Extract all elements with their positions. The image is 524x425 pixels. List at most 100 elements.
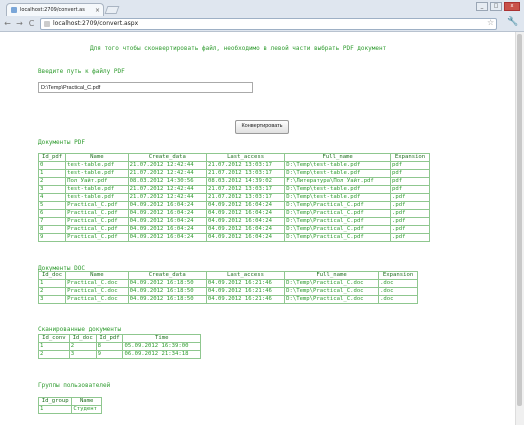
reload-icon[interactable]: C: [27, 19, 36, 28]
column-header: Last_access: [205, 153, 286, 162]
table-cell: 04.09.2012 16:04:24: [205, 201, 286, 210]
table-cell: D:\Temp\Practical_C.pdf: [284, 217, 392, 226]
table-cell: D:\Temp\test-table.pdf: [284, 169, 392, 178]
tab-title: localhost:2709/convert.as: [20, 7, 85, 13]
table-cell: 21.07.2012 13:03:17: [205, 193, 286, 202]
column-header: Id_pdf: [95, 334, 124, 343]
table-cell: 1: [37, 279, 67, 288]
window-close-icon[interactable]: x: [504, 2, 520, 11]
table-cell: 04.09.2012 16:04:24: [127, 201, 207, 210]
address-bar[interactable]: localhost:2709/convert.aspx: [40, 18, 497, 30]
table-row: 7 Practical_C.pdf 04.09.2012 16:04:24 04.09…: [37, 217, 430, 226]
table-cell: 04.09.2012 16:18:50: [127, 287, 207, 296]
table-cell: 2: [38, 350, 70, 359]
column-header: Id_doc: [68, 334, 97, 343]
column-header: Create_data: [127, 271, 207, 280]
table-cell: 04.09.2012 16:04:24: [205, 217, 286, 226]
table-cell: pdf: [390, 169, 430, 178]
table-row: 0 test-table.pdf 21.07.2012 12:42:44 21.07.…: [37, 161, 430, 170]
column-header: Name: [65, 153, 129, 162]
column-header: Name: [71, 397, 102, 406]
table-cell: 3: [68, 350, 97, 359]
table-row: 1 test-table.pdf 21.07.2012 12:42:44 21.07.…: [37, 169, 430, 178]
table-cell: Practical_C.doc: [65, 279, 129, 288]
table-row: 4 test-table.pdf 21.07.2012 12:42:44 21.07.…: [37, 193, 430, 202]
table-cell: .doc: [378, 295, 418, 304]
table-cell: Practical_C.pdf: [65, 233, 129, 242]
page-favicon-icon: [11, 7, 17, 13]
column-header: Id_doc: [37, 271, 67, 280]
table-cell: 04.09.2012 16:18:50: [127, 279, 207, 288]
tab-close-icon[interactable]: ×: [95, 7, 100, 14]
column-header: Id_conv: [38, 334, 70, 343]
browser-toolbar: ← → C localhost:2709/convert.aspx ☆ 🔧: [0, 16, 524, 31]
table-cell: F:\Литература\Пол Уайт.pdf: [284, 177, 392, 186]
table-cell: 3: [37, 185, 67, 194]
table-cell: Practical_C.pdf: [65, 209, 129, 218]
column-header: Last_access: [205, 271, 286, 280]
column-header: Expansion: [378, 271, 418, 280]
table-cell: 04.09.2012 16:04:24: [205, 233, 286, 242]
table-row: 1 2 8 05.09.2012 16:39:00: [38, 342, 201, 351]
bookmark-star-icon[interactable]: ☆: [487, 18, 494, 27]
table-cell: 21.07.2012 12:42:44: [127, 185, 207, 194]
table-cell: 9: [95, 350, 124, 359]
column-header: Full_name: [284, 271, 380, 280]
window-controls: _ □ x: [476, 2, 520, 11]
table-cell: 04.09.2012 16:04:24: [127, 209, 207, 218]
table-cell: 04.09.2012 16:04:24: [127, 217, 207, 226]
table-cell: D:\Temp\Practical_C.doc: [284, 295, 380, 304]
table-cell: Practical_C.doc: [65, 295, 129, 304]
column-header: Id_group: [37, 397, 73, 406]
browser-tab[interactable]: localhost:2709/convert.as ×: [6, 3, 104, 16]
table-cell: .doc: [378, 279, 418, 288]
table-row: 5 Practical_C.pdf 04.09.2012 16:04:24 04.09…: [37, 201, 430, 210]
back-icon[interactable]: ←: [3, 19, 12, 28]
page-content: Для того чтобы сконвертировать файл, нео…: [0, 32, 516, 425]
table-cell: 04.09.2012 16:04:24: [205, 225, 286, 234]
forward-icon[interactable]: →: [15, 19, 24, 28]
table-row: 8 Practical_C.pdf 04.09.2012 16:04:24 04.09…: [37, 225, 430, 234]
table-row: 2 Practical_C.doc 04.09.2012 16:18:50 04.09…: [37, 287, 418, 296]
table-cell: 2: [37, 177, 67, 186]
maximize-icon[interactable]: □: [490, 2, 502, 11]
table-cell: .doc: [378, 287, 418, 296]
table-cell: 04.09.2012 16:21:46: [205, 279, 286, 288]
table-cell: 1: [37, 169, 67, 178]
table-row: 9 Practical_C.pdf 04.09.2012 16:04:24 04.09…: [37, 233, 430, 242]
table-row: 3 Practical_C.doc 04.09.2012 16:18:50 04.09…: [37, 295, 418, 304]
table-cell: Студент: [71, 405, 102, 414]
convert-button[interactable]: Конвертировать: [235, 120, 289, 134]
scrollbar-thumb[interactable]: [517, 34, 522, 406]
column-header: Expansion: [390, 153, 430, 162]
minimize-icon[interactable]: _: [476, 2, 488, 11]
table-cell: D:\Temp\test-table.pdf: [284, 161, 392, 170]
table-cell: test-table.pdf: [65, 193, 129, 202]
table-cell: pdf: [390, 161, 430, 170]
table-cell: 2: [37, 287, 67, 296]
table-cell: 8: [37, 225, 67, 234]
header-row: Id_doc Name Create_data Last_access Full_nam…: [37, 271, 418, 280]
doc-documents-table: Id_doc Name Create_data Last_access Full_nam…: [37, 271, 418, 304]
vertical-scrollbar[interactable]: [515, 32, 524, 425]
table-cell: .pdf: [390, 225, 430, 234]
table-cell: .pdf: [390, 233, 430, 242]
page-icon: [44, 21, 50, 27]
settings-wrench-icon[interactable]: 🔧: [507, 17, 518, 27]
table-cell: Practical_C.pdf: [65, 225, 129, 234]
groups-section-title: Группы пользователей: [38, 382, 111, 389]
table-cell: test-table.pdf: [65, 185, 129, 194]
table-cell: 21.07.2012 12:42:44: [127, 169, 207, 178]
browser-chrome: localhost:2709/convert.as × _ □ x ← → C …: [0, 0, 524, 32]
table-cell: D:\Temp\Practical_C.doc: [284, 279, 380, 288]
header-row: Id_conv Id_doc Id_pdf Time: [38, 334, 201, 343]
table-cell: Practical_C.pdf: [65, 217, 129, 226]
file-path-input[interactable]: D:\Temp\Practical_C.pdf: [38, 82, 253, 93]
new-tab-button[interactable]: [104, 6, 120, 14]
column-header: Full_name: [284, 153, 392, 162]
table-cell: Practical_C.pdf: [65, 201, 129, 210]
table-cell: 04.09.2012 16:04:24: [127, 233, 207, 242]
table-cell: .pdf: [390, 209, 430, 218]
table-cell: 3: [37, 295, 67, 304]
table-cell: 08.03.2012 14:30:56: [127, 177, 207, 186]
